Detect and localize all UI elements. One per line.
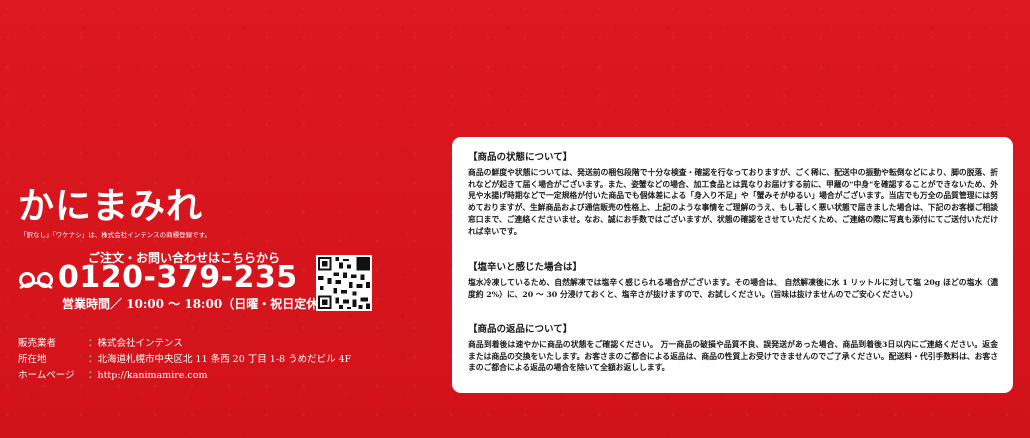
- notice-section-condition: 【商品の状態について】 商品の鮮度や状態については、発送前の梱包段階で十分な検査…: [468, 152, 998, 237]
- qr-code-icon[interactable]: [316, 255, 372, 311]
- notice-panel: 【商品の状態について】 商品の鮮度や状態については、発送前の梱包段階で十分な検査…: [452, 137, 1013, 393]
- address-row: 所在地 ：北海道札幌市中央区北 11 条西 20 丁目 1-8 うめだビル 4F: [18, 352, 351, 368]
- section-heading: 【商品の返品について】: [468, 324, 573, 335]
- section-body: 塩水冷凍しているため、自然解凍では塩辛く感じられる場合がございます。その場合は、…: [468, 278, 998, 299]
- address-label: 所在地: [18, 354, 47, 365]
- section-body: 商品到着後は速やかに商品の状態をご確認ください。 万一商品の破損や品質不良、誤発…: [468, 340, 998, 373]
- homepage-row: ホームページ ：http://kanimamire.com: [18, 368, 351, 384]
- address-value: ：北海道札幌市中央区北 11 条西 20 丁目 1-8 うめだビル 4F: [88, 354, 352, 365]
- homepage-label: ホームページ: [18, 370, 75, 381]
- notice-section-returns: 【商品の返品について】 商品到着後は速やかに商品の状態をご確認ください。 万一商…: [468, 324, 998, 374]
- business-hours: 営業時間／ 10:00 ～ 18:00（日曜・祝日定休）: [62, 297, 331, 311]
- section-body: 商品の鮮度や状態については、発送前の梱包段階で十分な検査・確認を行なっております…: [468, 168, 998, 236]
- phone-number[interactable]: 0120-379-235: [58, 260, 298, 296]
- notice-section-salty: 【塩辛いと感じた場合は】 塩水冷凍しているため、自然解凍では塩辛く感じられる場合…: [468, 262, 998, 300]
- seller-value: ：株式会社インテンス: [88, 338, 183, 349]
- brand-logo: かにまみれ: [18, 185, 204, 227]
- company-info: 販売業者 ：株式会社インテンス 所在地 ：北海道札幌市中央区北 11 条西 20…: [18, 336, 351, 384]
- section-heading: 【塩辛いと感じた場合は】: [468, 262, 583, 273]
- homepage-link[interactable]: ：http://kanimamire.com: [88, 368, 207, 384]
- seller-label: 販売業者: [18, 338, 57, 349]
- section-heading: 【商品の状態について】: [468, 152, 573, 163]
- trademark-note: 「訳なし」「ワケナシ」は、株式会社インテンスの商標登録です。: [20, 231, 211, 239]
- seller-row: 販売業者 ：株式会社インテンス: [18, 336, 351, 352]
- freedial-icon: [19, 272, 53, 290]
